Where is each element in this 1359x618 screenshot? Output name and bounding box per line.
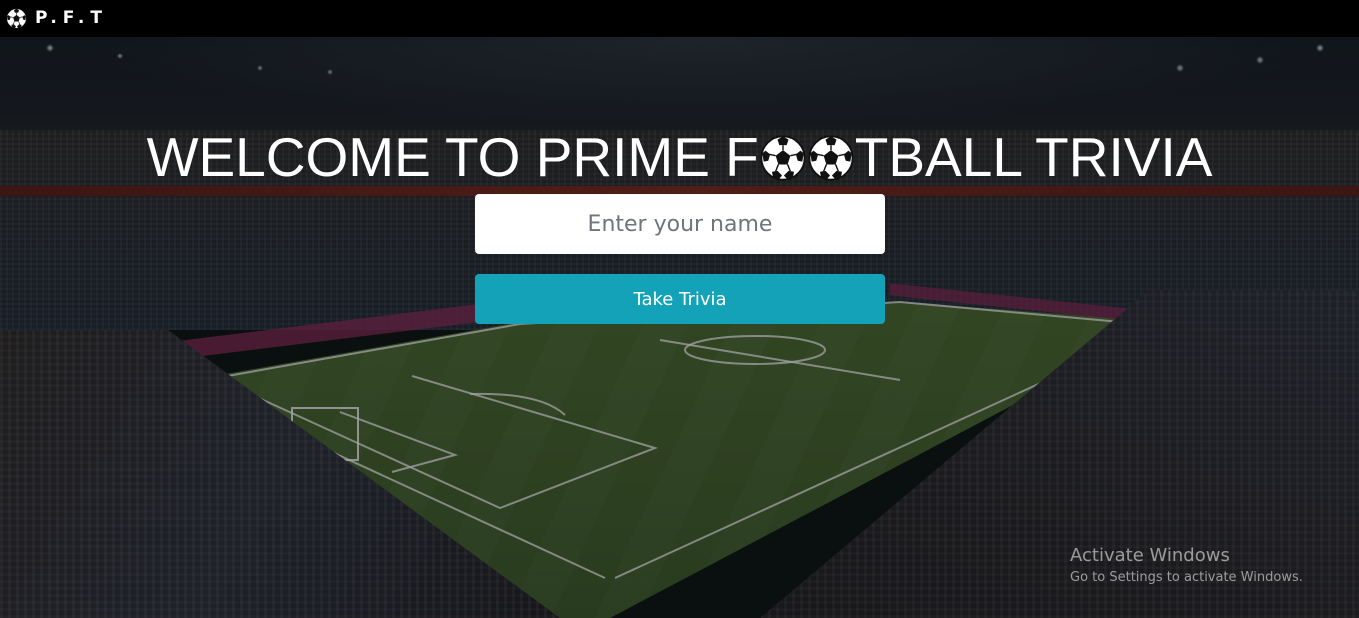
soccer-ball-icon xyxy=(760,135,806,181)
watermark-subtitle: Go to Settings to activate Windows. xyxy=(1070,570,1303,585)
soccer-ball-icon xyxy=(6,8,27,29)
name-input[interactable] xyxy=(475,194,885,254)
top-navbar: P.F.T xyxy=(0,0,1359,37)
watermark-title: Activate Windows xyxy=(1070,545,1230,566)
take-trivia-button[interactable]: Take Trivia xyxy=(475,274,885,324)
title-text-after: TBALL TRIVIA xyxy=(854,125,1213,188)
title-text-before: WELCOME TO PRIME F xyxy=(146,125,759,188)
soccer-ball-icon xyxy=(808,135,854,181)
activate-windows-watermark: Activate Windows Go to Settings to activ… xyxy=(1070,545,1303,585)
page-title: WELCOME TO PRIME F TBALL TRIVIA xyxy=(0,125,1359,189)
brand-text: P.F.T xyxy=(35,8,108,28)
brand-link[interactable]: P.F.T xyxy=(6,6,108,30)
